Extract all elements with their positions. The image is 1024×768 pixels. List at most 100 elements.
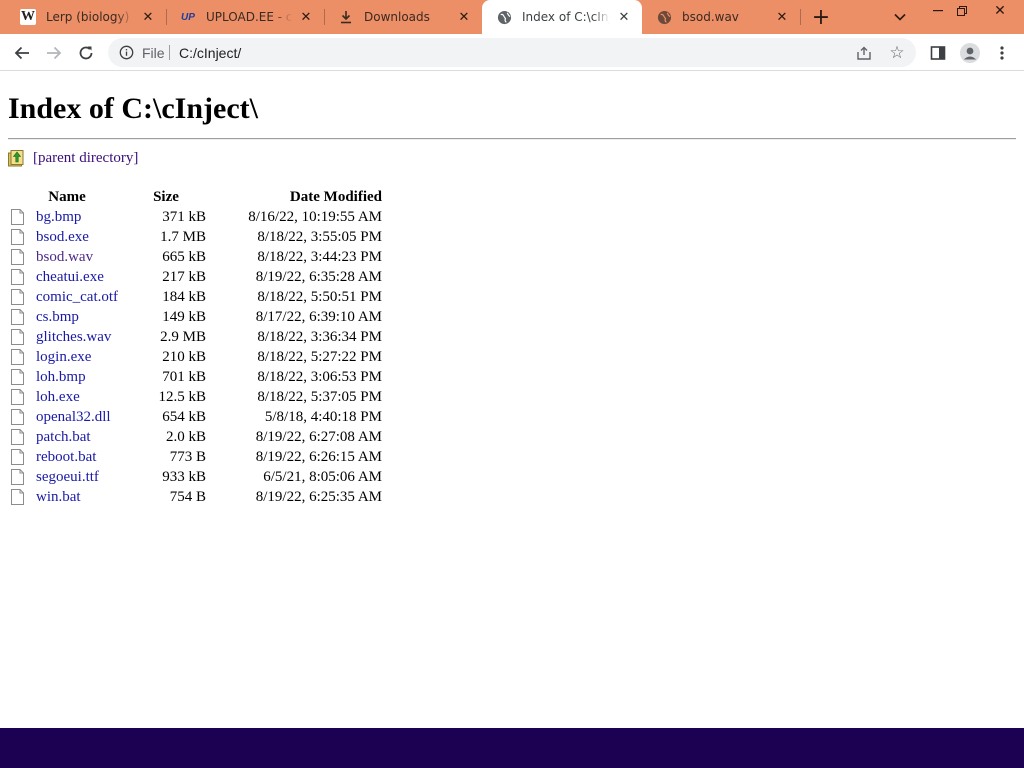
file-name-cell: bsod.exe xyxy=(8,227,126,247)
tab-upload-ee[interactable]: UP UPLOAD.EE - cinject ✕ xyxy=(166,0,324,34)
table-row: win.bat 754 B 8/19/22, 6:25:35 AM xyxy=(8,487,382,507)
file-icon xyxy=(11,209,24,225)
reload-button[interactable] xyxy=(72,39,100,67)
file-date-modified: 8/19/22, 6:25:35 AM xyxy=(255,488,382,505)
tab-search-icon[interactable] xyxy=(888,5,912,29)
file-name-cell: glitches.wav xyxy=(8,327,126,347)
file-link[interactable]: segoeui.ttf xyxy=(36,469,99,486)
file-icon xyxy=(11,269,24,285)
file-link[interactable]: glitches.wav xyxy=(36,329,111,346)
tab-bsod-wav[interactable]: bsod.wav ✕ xyxy=(642,0,800,34)
file-icon xyxy=(11,369,24,385)
file-date-modified: 8/18/22, 3:44:23 PM xyxy=(257,248,382,265)
file-size: 184 kB xyxy=(162,288,206,305)
browser-toolbar: File C:/cInject/ ☆ xyxy=(0,34,1024,71)
file-size: 12.5 kB xyxy=(158,388,206,405)
file-link[interactable]: reboot.bat xyxy=(36,449,96,466)
close-icon[interactable]: ✕ xyxy=(774,9,790,25)
address-bar[interactable]: File C:/cInject/ ☆ xyxy=(108,38,916,67)
table-row: segoeui.ttf 933 kB 6/5/21, 8:05:06 AM xyxy=(8,467,382,487)
tab-index-cinject[interactable]: Index of C:\cInject\ ✕ xyxy=(482,0,642,34)
profile-avatar-icon[interactable] xyxy=(956,39,984,67)
file-link[interactable]: cs.bmp xyxy=(36,309,79,326)
table-row: cheatui.exe 217 kB 8/19/22, 6:35:28 AM xyxy=(8,267,382,287)
bookmark-star-icon[interactable]: ☆ xyxy=(886,42,908,64)
table-row: bsod.wav 665 kB 8/18/22, 3:44:23 PM xyxy=(8,247,382,267)
file-link[interactable]: login.exe xyxy=(36,349,91,366)
file-size: 933 kB xyxy=(162,468,206,485)
file-icon xyxy=(11,249,24,265)
file-rows: bg.bmp 371 kB 8/16/22, 10:19:55 AM bsod.exe… xyxy=(8,207,382,507)
file-icon xyxy=(11,469,24,485)
tab-strip: W Lerp (biology) - Wiki ✕ UP UPLOAD.EE -… xyxy=(0,0,1024,34)
taskbar xyxy=(0,728,1024,768)
file-name-cell: loh.bmp xyxy=(8,367,126,387)
file-name-cell: login.exe xyxy=(8,347,126,367)
file-link[interactable]: patch.bat xyxy=(36,429,91,446)
file-date-modified: 8/18/22, 3:36:34 PM xyxy=(257,328,382,345)
column-header-date-modified[interactable]: Date Modified xyxy=(206,187,382,207)
file-name-cell: segoeui.ttf xyxy=(8,467,126,487)
file-link[interactable]: loh.exe xyxy=(36,389,80,406)
close-icon[interactable]: ✕ xyxy=(616,9,632,25)
file-date-modified: 5/8/18, 4:40:18 PM xyxy=(264,408,382,425)
file-icon xyxy=(11,349,24,365)
tab-wikipedia[interactable]: W Lerp (biology) - Wiki ✕ xyxy=(6,0,166,34)
file-name-cell: cs.bmp xyxy=(8,307,126,327)
file-link[interactable]: win.bat xyxy=(36,489,81,506)
file-link[interactable]: openal32.dll xyxy=(36,409,111,426)
file-listing-table: Name Size Date Modified bg.bmp 371 kB 8/16… xyxy=(8,187,382,507)
tab-title: Downloads xyxy=(364,10,430,24)
restore-icon[interactable] xyxy=(946,0,978,22)
file-date-modified: 8/17/22, 6:39:10 AM xyxy=(255,308,382,325)
file-link[interactable]: bsod.wav xyxy=(36,249,93,266)
table-row: glitches.wav 2.9 MB 8/18/22, 3:36:34 PM xyxy=(8,327,382,347)
new-tab-button[interactable]: + xyxy=(808,5,834,30)
column-header-size[interactable]: Size xyxy=(126,187,206,207)
url-text[interactable]: C:/cInject/ xyxy=(179,45,241,61)
file-link[interactable]: loh.bmp xyxy=(36,369,86,386)
scheme-label: File xyxy=(142,45,165,61)
forward-button[interactable] xyxy=(40,39,68,67)
share-icon[interactable] xyxy=(854,43,874,63)
table-row: openal32.dll 654 kB 5/8/18, 4:40:18 PM xyxy=(8,407,382,427)
close-icon[interactable]: ✕ xyxy=(298,9,314,25)
file-size: 701 kB xyxy=(162,368,206,385)
table-row: loh.exe 12.5 kB 8/18/22, 5:37:05 PM xyxy=(8,387,382,407)
close-icon[interactable]: ✕ xyxy=(456,9,472,25)
file-size: 2.0 kB xyxy=(165,428,206,445)
tab-title: Lerp (biology) - Wiki xyxy=(46,10,134,24)
info-icon[interactable] xyxy=(118,44,134,60)
side-panel-icon[interactable] xyxy=(924,39,952,67)
file-size: 149 kB xyxy=(162,308,206,325)
file-date-modified: 8/18/22, 5:50:51 PM xyxy=(257,288,382,305)
window-close-icon[interactable]: ✕ xyxy=(984,0,1016,22)
file-link[interactable]: comic_cat.otf xyxy=(36,289,118,306)
page-content: Index of C:\cInject\ [parent directory] … xyxy=(0,72,1024,728)
page-title: Index of C:\cInject\ xyxy=(8,92,258,125)
file-date-modified: 8/18/22, 3:06:53 PM xyxy=(257,368,382,385)
file-link[interactable]: bsod.exe xyxy=(36,229,89,246)
tab-title: bsod.wav xyxy=(682,10,739,24)
file-icon xyxy=(11,429,24,445)
address-divider xyxy=(169,45,170,60)
close-icon[interactable]: ✕ xyxy=(140,9,156,25)
file-name-cell: comic_cat.otf xyxy=(8,287,126,307)
tab-downloads[interactable]: Downloads ✕ xyxy=(324,0,482,34)
table-row: comic_cat.otf 184 kB 8/18/22, 5:50:51 PM xyxy=(8,287,382,307)
file-name-cell: win.bat xyxy=(8,487,126,507)
file-link[interactable]: bg.bmp xyxy=(36,209,81,226)
reload-icon xyxy=(79,46,93,60)
column-header-name[interactable]: Name xyxy=(8,187,126,207)
file-icon xyxy=(11,329,24,345)
file-size: 1.7 MB xyxy=(160,228,206,245)
file-link[interactable]: cheatui.exe xyxy=(36,269,104,286)
file-size: 2.9 MB xyxy=(160,328,206,345)
parent-directory-link[interactable]: [parent directory] xyxy=(33,150,138,167)
file-date-modified: 8/16/22, 10:19:55 AM xyxy=(248,208,382,225)
menu-kebab-icon[interactable] xyxy=(988,39,1016,67)
tab-separator xyxy=(800,9,801,25)
file-size: 654 kB xyxy=(162,408,206,425)
file-date-modified: 8/19/22, 6:35:28 AM xyxy=(255,268,382,285)
back-button[interactable] xyxy=(8,39,36,67)
